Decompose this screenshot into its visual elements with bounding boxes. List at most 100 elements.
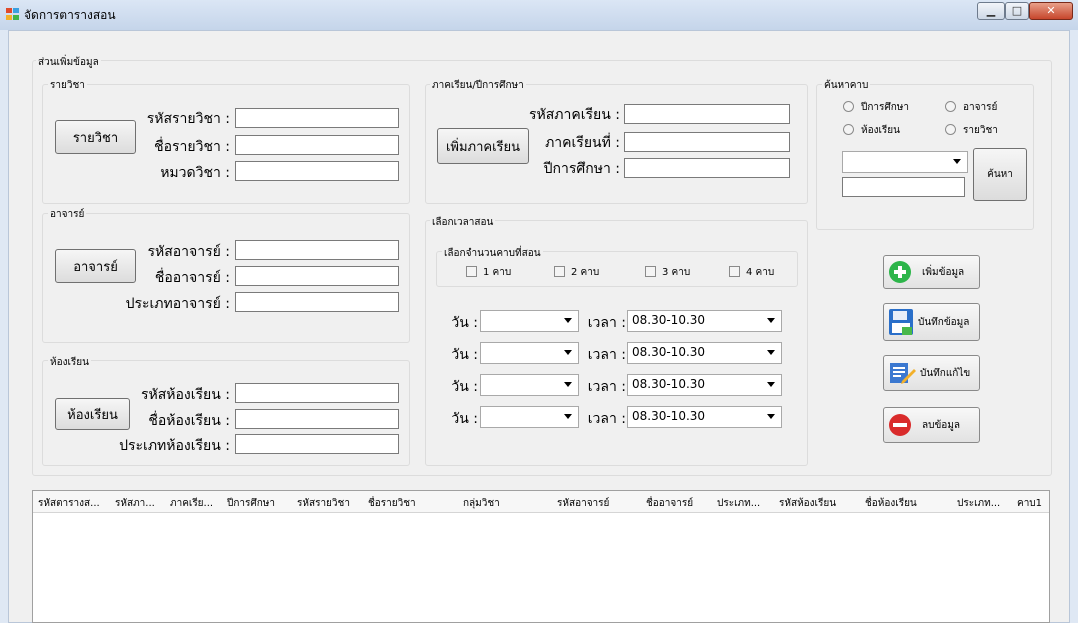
time-select-1[interactable]: 08.30-10.30: [627, 310, 782, 332]
periods-legend: เลือกจำนวนคาบที่สอน: [442, 246, 543, 261]
chevron-down-icon: [767, 318, 775, 323]
day-select-2[interactable]: [480, 342, 579, 364]
grid-column-header[interactable]: ปีการศึกษา: [227, 496, 291, 511]
subject-name-label: ชื่อรายวิชา :: [154, 139, 230, 155]
save-data-button[interactable]: บันทึกข้อมูล: [883, 303, 980, 341]
grid-column-header[interactable]: รหัสรายวิชา: [297, 496, 361, 511]
day-label-1: วัน :: [451, 315, 478, 331]
search-option-year-label: ปีการศึกษา: [861, 102, 909, 113]
delete-data-button[interactable]: ลบข้อมูล: [883, 407, 980, 443]
room-legend: ห้องเรียน: [48, 355, 91, 370]
chevron-down-icon: [953, 159, 961, 164]
chevron-down-icon: [564, 350, 572, 355]
day-select-3[interactable]: [480, 374, 579, 396]
window-title: จัดการตารางสอน: [24, 8, 116, 22]
time-label-3: เวลา :: [587, 379, 626, 395]
day-label-3: วัน :: [451, 379, 478, 395]
schedule-grid[interactable]: รหัสตารางส... รหัสภา... ภาคเรีย... ปีการ…: [32, 490, 1050, 623]
room-type-field[interactable]: [235, 434, 399, 454]
maximize-button[interactable]: □: [1005, 2, 1029, 20]
time-select-2[interactable]: 08.30-10.30: [627, 342, 782, 364]
semester-term-field[interactable]: [624, 132, 790, 152]
semester-legend: ภาคเรียน/ปีการศึกษา: [430, 78, 526, 93]
room-name-field[interactable]: [235, 409, 399, 429]
grid-column-header[interactable]: ชื่อรายวิชา: [368, 496, 448, 511]
period-1-label: 1 คาบ: [483, 267, 512, 278]
save-edit-label: บันทึกแก้ไข: [920, 367, 971, 379]
grid-column-header[interactable]: ภาคเรีย...: [170, 496, 222, 511]
period-4-label: 4 คาบ: [746, 267, 775, 278]
period-1-checkbox[interactable]: [466, 266, 477, 277]
close-button[interactable]: ✕: [1029, 2, 1073, 20]
grid-column-header[interactable]: ชื่ออาจารย์: [646, 496, 710, 511]
grid-column-header[interactable]: ชื่อห้องเรียน: [865, 496, 945, 511]
day-select-1[interactable]: [480, 310, 579, 332]
day-select-4[interactable]: [480, 406, 579, 428]
grid-column-header[interactable]: รหัสภา...: [115, 496, 165, 511]
room-code-label: รหัสห้องเรียน :: [140, 387, 230, 403]
minimize-button[interactable]: ▁: [977, 2, 1005, 20]
room-name-label: ชื่อห้องเรียน :: [148, 413, 230, 429]
period-3-checkbox[interactable]: [645, 266, 656, 277]
time-select-3[interactable]: 08.30-10.30: [627, 374, 782, 396]
chevron-down-icon: [564, 414, 572, 419]
semester-year-field[interactable]: [624, 158, 790, 178]
grid-column-header[interactable]: กลุ่มวิชา: [463, 496, 543, 511]
search-option-subject-radio[interactable]: [945, 124, 956, 135]
grid-column-header[interactable]: ประเภท...: [717, 496, 773, 511]
grid-column-header[interactable]: คาบ1: [1017, 496, 1049, 511]
room-type-label: ประเภทห้องเรียน :: [119, 438, 230, 454]
search-combo[interactable]: [842, 151, 968, 173]
grid-column-header[interactable]: รหัสห้องเรียน: [779, 496, 859, 511]
time-value-3: 08.30-10.30: [632, 377, 706, 391]
time-select-4[interactable]: 08.30-10.30: [627, 406, 782, 428]
subject-code-label: รหัสรายวิชา :: [146, 111, 230, 127]
save-edit-button[interactable]: บันทึกแก้ไข: [883, 355, 980, 391]
search-input[interactable]: [842, 177, 965, 197]
search-button[interactable]: ค้นหา: [973, 148, 1027, 201]
time-label-2: เวลา :: [587, 347, 626, 363]
room-code-field[interactable]: [235, 383, 399, 403]
app-icon: [6, 8, 19, 20]
time-label-4: เวลา :: [587, 411, 626, 427]
search-option-room-label: ห้องเรียน: [861, 125, 900, 136]
teacher-name-field[interactable]: [235, 266, 399, 286]
semester-code-field[interactable]: [624, 104, 790, 124]
grid-column-header[interactable]: รหัสอาจารย์: [557, 496, 637, 511]
time-value-2: 08.30-10.30: [632, 345, 706, 359]
teacher-code-field[interactable]: [235, 240, 399, 260]
chevron-down-icon: [767, 382, 775, 387]
grid-header: รหัสตารางส... รหัสภา... ภาคเรีย... ปีการ…: [33, 491, 1049, 513]
add-data-button[interactable]: เพิ่มข้อมูล: [883, 255, 980, 289]
subject-code-field[interactable]: [235, 108, 399, 128]
chevron-down-icon: [767, 414, 775, 419]
teacher-legend: อาจารย์: [48, 207, 87, 222]
subject-category-label: หมวดวิชา :: [160, 165, 230, 181]
grid-column-header[interactable]: ประเภท...: [957, 496, 1011, 511]
teacher-name-label: ชื่ออาจารย์ :: [154, 270, 230, 286]
subject-name-field[interactable]: [235, 135, 399, 155]
period-4-checkbox[interactable]: [729, 266, 740, 277]
day-label-4: วัน :: [451, 411, 478, 427]
add-data-legend: ส่วนเพิ่มข้อมูล: [36, 55, 101, 70]
subject-category-field[interactable]: [235, 161, 399, 181]
search-option-teacher-radio[interactable]: [945, 101, 956, 112]
chevron-down-icon: [564, 318, 572, 323]
grid-column-header[interactable]: รหัสตารางส...: [38, 496, 108, 511]
search-option-year-radio[interactable]: [843, 101, 854, 112]
period-3-label: 3 คาบ: [662, 267, 691, 278]
period-2-checkbox[interactable]: [554, 266, 565, 277]
teacher-type-field[interactable]: [235, 292, 399, 312]
minus-circle-icon: [889, 414, 911, 436]
floppy-disk-icon: [889, 309, 913, 335]
time-value-4: 08.30-10.30: [632, 409, 706, 423]
search-option-room-radio[interactable]: [843, 124, 854, 135]
edit-document-icon: [890, 363, 916, 384]
teacher-type-label: ประเภทอาจารย์ :: [125, 296, 230, 312]
time-value-1: 08.30-10.30: [632, 313, 706, 327]
maximize-icon: □: [1011, 4, 1023, 17]
subject-legend: รายวิชา: [48, 78, 87, 93]
close-icon: ✕: [1046, 4, 1056, 17]
period-2-label: 2 คาบ: [571, 267, 600, 278]
time-label-1: เวลา :: [587, 315, 626, 331]
